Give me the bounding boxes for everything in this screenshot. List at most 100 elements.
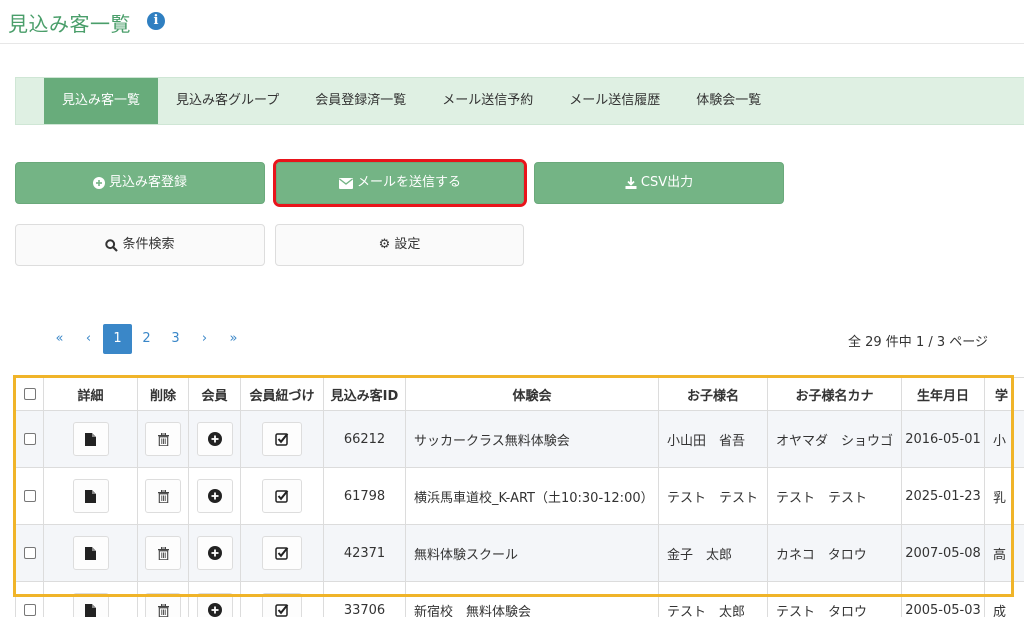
delete-cell	[137, 581, 189, 617]
page-link-1[interactable]: 1	[103, 324, 132, 354]
delete-cell	[137, 410, 189, 468]
leads-table-container[interactable]: 詳細 削除 会員 会員紐づけ 見込み客ID 体験会 お子様名 お子様名カナ 生年…	[15, 377, 1024, 617]
tab-bar: 見込み客一覧 見込み客グループ 会員登録済一覧 メール送信予約 メール送信履歴 …	[15, 77, 1024, 125]
trash-icon	[157, 489, 169, 503]
child-name-kana: カネコ タロウ	[767, 524, 902, 582]
plus-circle-icon	[207, 489, 222, 503]
trash-icon	[157, 603, 169, 617]
plus-circle-icon	[207, 603, 222, 617]
row-select-cell	[15, 467, 44, 525]
trial-event-name: 新宿校 無料体験会	[405, 581, 659, 617]
document-icon	[85, 546, 96, 560]
column-header: 会員紐づけ	[240, 377, 324, 411]
school-grade: 成	[984, 581, 1024, 617]
settings-button[interactable]: ⚙ 設定	[275, 224, 524, 266]
member-add-button[interactable]	[196, 593, 233, 617]
page-prev-link[interactable]: ‹	[74, 324, 103, 354]
member-link-button[interactable]	[262, 593, 302, 617]
child-name-kana: テスト テスト	[767, 467, 902, 525]
register-lead-button[interactable]: 見込み客登録	[15, 162, 265, 204]
trash-icon	[157, 432, 169, 446]
row-checkbox[interactable]	[23, 490, 36, 502]
delete-button[interactable]	[145, 536, 181, 570]
member-add-button[interactable]	[196, 479, 233, 513]
tab-registered-members[interactable]: 会員登録済一覧	[297, 78, 424, 124]
column-header: 見込み客ID	[323, 377, 406, 411]
page-link-3[interactable]: 3	[161, 324, 190, 354]
column-header: お子様名	[658, 377, 768, 411]
trial-event-name: 横浜馬車道校_K-ART（土10:30-12:00）	[405, 467, 659, 525]
info-icon[interactable]: i	[147, 12, 165, 30]
gear-icon: ⚙	[378, 237, 391, 252]
condition-search-label: 条件検索	[122, 237, 175, 252]
member-link-button[interactable]	[262, 479, 302, 513]
child-name-kana: テスト タロウ	[767, 581, 902, 617]
row-select-cell	[15, 524, 44, 582]
page-title: 見込み客一覧	[8, 12, 131, 36]
tab-lead-groups[interactable]: 見込み客グループ	[158, 78, 297, 124]
table-row: 33706 新宿校 無料体験会 テスト 太郎 テスト タロウ 2005-05-0…	[15, 581, 1024, 617]
member-link-button[interactable]	[262, 422, 302, 456]
school-grade: 高	[984, 524, 1024, 582]
plus-circle-icon	[207, 432, 222, 446]
detail-button[interactable]	[72, 536, 109, 570]
condition-search-button[interactable]: 条件検索	[15, 224, 265, 266]
row-checkbox[interactable]	[23, 547, 36, 559]
table-row: 66212 サッカークラス無料体験会 小山田 省吾 オヤマダ ショウゴ 2016…	[15, 410, 1024, 468]
trash-icon	[157, 546, 169, 560]
table-header-row: 詳細 削除 会員 会員紐づけ 見込み客ID 体験会 お子様名 お子様名カナ 生年…	[15, 377, 1024, 411]
checkbox-checked-icon	[275, 604, 289, 617]
child-name: テスト 太郎	[658, 581, 768, 617]
column-header: 会員	[188, 377, 241, 411]
checkbox-checked-icon	[275, 490, 289, 503]
page-first-link[interactable]: «	[45, 324, 74, 354]
select-all-checkbox[interactable]	[23, 388, 36, 400]
send-mail-button[interactable]: メールを送信する	[273, 159, 527, 207]
delete-button[interactable]	[145, 479, 181, 513]
envelope-icon	[338, 177, 353, 189]
document-icon	[85, 489, 96, 503]
child-name-kana: オヤマダ ショウゴ	[767, 410, 902, 468]
search-icon	[105, 238, 119, 252]
birth-date: 2025-01-23	[901, 467, 985, 525]
page-last-link[interactable]: »	[219, 324, 248, 354]
csv-export-button[interactable]: CSV出力	[534, 162, 784, 204]
birth-date: 2007-05-08	[901, 524, 985, 582]
birth-date: 2016-05-01	[901, 410, 985, 468]
detail-button[interactable]	[72, 593, 109, 617]
lead-id: 61798	[323, 467, 406, 525]
tab-mail-schedule[interactable]: メール送信予約	[424, 78, 551, 124]
detail-cell	[43, 524, 138, 582]
tab-leads[interactable]: 見込み客一覧	[44, 78, 159, 124]
lead-id: 33706	[323, 581, 406, 617]
member-link-cell	[240, 581, 324, 617]
member-link-cell	[240, 410, 324, 468]
delete-cell	[137, 467, 189, 525]
column-header: 生年月日	[901, 377, 985, 411]
plus-circle-icon	[92, 177, 105, 189]
table-row: 61798 横浜馬車道校_K-ART（土10:30-12:00） テスト テスト…	[15, 467, 1024, 525]
member-add-button[interactable]	[196, 422, 233, 456]
row-checkbox[interactable]	[23, 433, 36, 445]
detail-button[interactable]	[72, 422, 109, 456]
tab-mail-history[interactable]: メール送信履歴	[551, 78, 678, 124]
child-name: テスト テスト	[658, 467, 768, 525]
child-name: 金子 太郎	[658, 524, 768, 582]
member-link-button[interactable]	[262, 536, 302, 570]
school-grade: 乳	[984, 467, 1024, 525]
title-bar: 見込み客一覧 i	[0, 0, 1024, 44]
tab-trial-events[interactable]: 体験会一覧	[678, 78, 779, 124]
member-add-button[interactable]	[196, 536, 233, 570]
row-checkbox[interactable]	[23, 604, 36, 616]
detail-button[interactable]	[72, 479, 109, 513]
school-grade: 小	[984, 410, 1024, 468]
page-link-2[interactable]: 2	[132, 324, 161, 354]
delete-button[interactable]	[145, 593, 181, 617]
page-next-link[interactable]: ›	[190, 324, 219, 354]
pagination: « ‹ 1 2 3 › »	[45, 324, 248, 354]
delete-button[interactable]	[145, 422, 181, 456]
settings-label: 設定	[394, 237, 421, 252]
row-select-cell	[15, 410, 44, 468]
download-icon	[625, 177, 637, 189]
child-name: 小山田 省吾	[658, 410, 768, 468]
